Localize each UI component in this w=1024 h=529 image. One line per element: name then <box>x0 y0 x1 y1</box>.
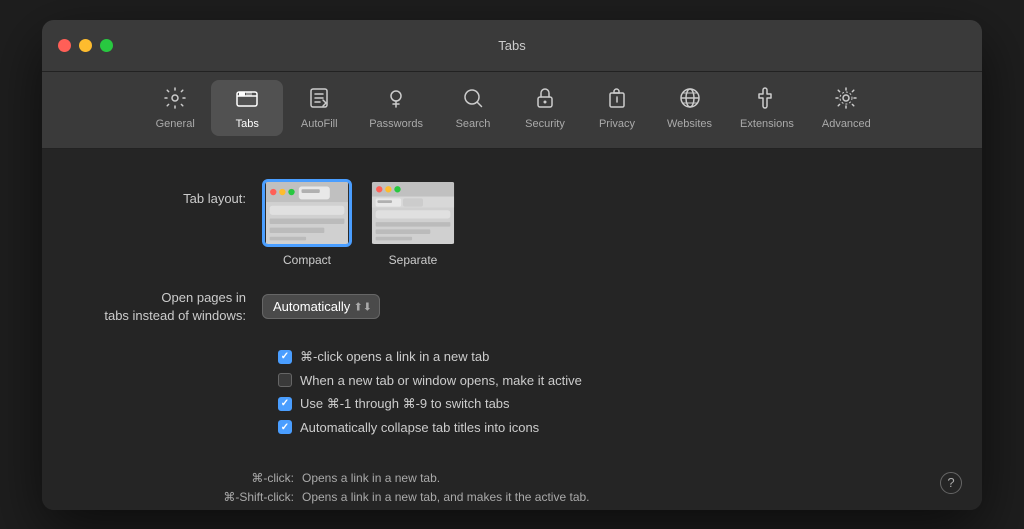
tab-security[interactable]: Security <box>509 80 581 136</box>
cmd-numbers-checkbox[interactable] <box>278 397 292 411</box>
tab-autofill-label: AutoFill <box>301 118 338 130</box>
search-icon <box>461 86 485 114</box>
shortcut-row-0: ⌘-click: Opens a link in a new tab. <box>82 471 942 485</box>
titlebar: Tabs <box>42 20 982 72</box>
checkbox-row-collapse-titles: Automatically collapse tab titles into i… <box>278 420 942 435</box>
tab-general-label: General <box>156 118 195 130</box>
shortcut-desc-0: Opens a link in a new tab. <box>302 471 440 485</box>
shortcut-row-1: ⌘-Shift-click: Opens a link in a new tab… <box>82 490 942 504</box>
checkbox-row-cmd-numbers: Use ⌘-1 through ⌘-9 to switch tabs <box>278 396 942 412</box>
content-area: Tab layout: <box>42 149 982 510</box>
maximize-button[interactable] <box>100 39 113 52</box>
passwords-icon <box>384 86 408 114</box>
tab-extensions[interactable]: Extensions <box>726 80 808 136</box>
tabs-icon <box>235 86 259 114</box>
help-icon: ? <box>947 475 954 490</box>
open-pages-label: Open pages intabs instead of windows: <box>82 289 262 325</box>
shortcut-desc-2: Opens a link in a new window. <box>302 509 463 510</box>
gear-icon <box>163 86 187 114</box>
tab-advanced[interactable]: Advanced <box>808 80 885 136</box>
tab-general[interactable]: General <box>139 80 211 136</box>
main-window: Tabs General Tabs <box>42 20 982 510</box>
shortcut-row-2: ⌘-Option-click: Opens a link in a new wi… <box>82 509 942 510</box>
tab-search[interactable]: Search <box>437 80 509 136</box>
layout-options: Compact <box>262 179 458 267</box>
dropdown-wrapper: Automatically Always Never ⬆⬇ <box>262 294 380 319</box>
tab-layout-label: Tab layout: <box>82 179 262 206</box>
tab-tabs[interactable]: Tabs <box>211 80 283 136</box>
tab-security-label: Security <box>525 118 565 130</box>
cmd-click-checkbox[interactable] <box>278 350 292 364</box>
tab-search-label: Search <box>456 118 491 130</box>
collapse-titles-checkbox[interactable] <box>278 420 292 434</box>
tab-extensions-label: Extensions <box>740 118 794 130</box>
tab-websites[interactable]: Websites <box>653 80 726 136</box>
compact-label: Compact <box>283 253 331 267</box>
tab-passwords-label: Passwords <box>369 118 423 130</box>
privacy-icon <box>605 86 629 114</box>
tab-advanced-label: Advanced <box>822 118 871 130</box>
checkbox-row-cmd-click: ⌘-click opens a link in a new tab <box>278 349 942 365</box>
cmd-numbers-label: Use ⌘-1 through ⌘-9 to switch tabs <box>300 396 510 412</box>
tab-privacy[interactable]: Privacy <box>581 80 653 136</box>
tab-websites-label: Websites <box>667 118 712 130</box>
toolbar: General Tabs Auto <box>42 72 982 149</box>
cmd-click-label: ⌘-click opens a link in a new tab <box>300 349 489 365</box>
shortcut-desc-1: Opens a link in a new tab, and makes it … <box>302 490 590 504</box>
shortcut-key-1: ⌘-Shift-click: <box>82 490 302 504</box>
new-tab-active-label: When a new tab or window opens, make it … <box>300 373 582 388</box>
shortcut-key-2: ⌘-Option-click: <box>82 509 302 510</box>
new-tab-active-checkbox[interactable] <box>278 373 292 387</box>
tab-autofill[interactable]: AutoFill <box>283 80 355 136</box>
collapse-titles-label: Automatically collapse tab titles into i… <box>300 420 539 435</box>
tab-layout-row: Tab layout: <box>82 179 942 267</box>
shortcuts-section: ⌘-click: Opens a link in a new tab. ⌘-Sh… <box>82 463 942 510</box>
separate-label: Separate <box>389 253 438 267</box>
tab-privacy-label: Privacy <box>599 118 635 130</box>
websites-icon <box>678 86 702 114</box>
traffic-lights <box>58 39 113 52</box>
open-pages-dropdown[interactable]: Automatically Always Never <box>262 294 380 319</box>
tab-tabs-label: Tabs <box>236 118 259 130</box>
compact-option[interactable]: Compact <box>262 179 352 267</box>
separate-thumbnail[interactable] <box>368 179 458 247</box>
open-pages-row: Open pages intabs instead of windows: Au… <box>82 289 942 325</box>
help-button[interactable]: ? <box>940 472 962 494</box>
security-icon <box>533 86 557 114</box>
advanced-icon <box>834 86 858 114</box>
close-button[interactable] <box>58 39 71 52</box>
minimize-button[interactable] <box>79 39 92 52</box>
window-title: Tabs <box>498 38 525 53</box>
checkboxes-section: ⌘-click opens a link in a new tab When a… <box>278 349 942 435</box>
checkbox-row-new-tab-active: When a new tab or window opens, make it … <box>278 373 942 388</box>
extensions-icon <box>755 86 779 114</box>
separate-option[interactable]: Separate <box>368 179 458 267</box>
tab-passwords[interactable]: Passwords <box>355 80 437 136</box>
compact-thumbnail[interactable] <box>262 179 352 247</box>
shortcut-key-0: ⌘-click: <box>82 471 302 485</box>
autofill-icon <box>307 86 331 114</box>
